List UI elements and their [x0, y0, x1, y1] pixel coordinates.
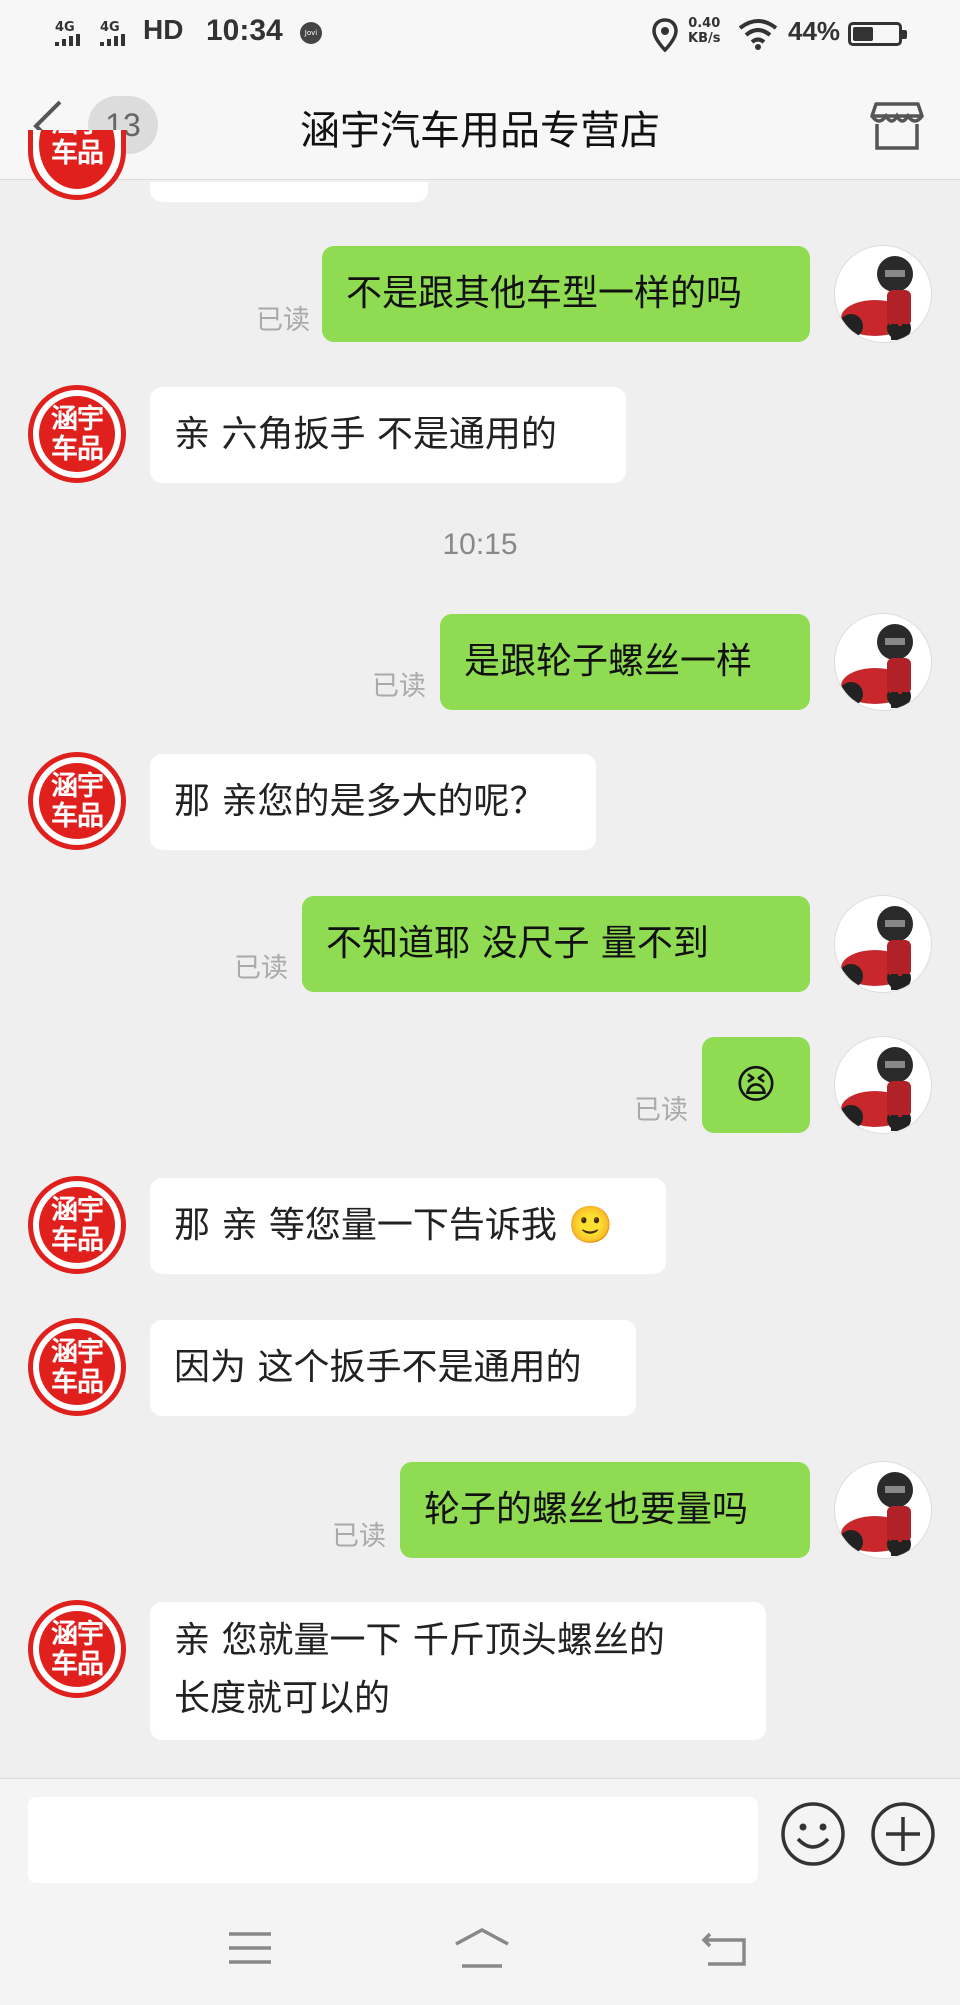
- read-receipt: 已读: [332, 1521, 386, 1552]
- shop-avatar[interactable]: 涵宇车品: [28, 385, 126, 483]
- message-bubble-outgoing: 不知道耶 没尺子 量不到: [302, 896, 810, 992]
- chat-header: 13 涵宇汽车用品专营店: [0, 70, 960, 180]
- shop-avatar-text: 涵宇车品: [39, 1611, 115, 1687]
- storefront-icon[interactable]: [870, 98, 924, 152]
- motorcycle-rider-icon: [839, 1472, 913, 1556]
- wifi-icon: [738, 19, 778, 50]
- motorcycle-rider-icon: [839, 1047, 913, 1131]
- battery-percent: 44%: [788, 16, 841, 46]
- shop-avatar-text: 涵宇车品: [39, 1329, 115, 1405]
- menu-icon[interactable]: [225, 1926, 275, 1970]
- message-bubble-outgoing: 轮子的螺丝也要量吗: [400, 1462, 810, 1558]
- user-avatar[interactable]: [834, 1461, 932, 1559]
- home-icon[interactable]: [452, 1926, 512, 1970]
- shop-avatar[interactable]: 涵宇车品: [28, 130, 126, 200]
- message-bubble-incoming: 因为 这个扳手不是通用的: [150, 1320, 636, 1416]
- location-icon: [652, 18, 678, 52]
- message-input[interactable]: [28, 1797, 758, 1883]
- shop-avatar[interactable]: 涵宇车品: [28, 1600, 126, 1698]
- motorcycle-rider-icon: [839, 256, 913, 340]
- network-speed: 0.40 KB/s: [688, 16, 720, 46]
- signal-label-2: 4G: [100, 20, 120, 35]
- message-bubble-outgoing: 是跟轮子螺丝一样: [440, 614, 810, 710]
- read-receipt: 已读: [234, 953, 288, 984]
- emoji-button-icon[interactable]: [780, 1801, 846, 1867]
- user-avatar[interactable]: [834, 1036, 932, 1134]
- shop-avatar[interactable]: 涵宇车品: [28, 1318, 126, 1416]
- network-speed-value: 0.40: [688, 16, 721, 31]
- message-line: 长度就可以的: [174, 1678, 391, 1719]
- signal-bars-icon: [100, 34, 125, 46]
- message-bubble-incoming: 亲 六角扳手 不是通用的: [150, 387, 626, 483]
- message-bubble-incoming: 亲 您就量一下 千斤顶头螺丝的 长度就可以的: [150, 1602, 766, 1740]
- message-bubble-partial: [150, 182, 428, 202]
- signal-label-1: 4G: [55, 20, 75, 35]
- plus-button-icon[interactable]: [870, 1801, 936, 1867]
- clock: 10:34: [206, 14, 283, 47]
- motorcycle-rider-icon: [839, 624, 913, 708]
- system-navigation-bar: [0, 1888, 960, 2005]
- page-title: 涵宇汽车用品专营店: [300, 108, 660, 154]
- read-receipt: 已读: [256, 305, 310, 336]
- hd-voice-label: HD: [143, 14, 184, 45]
- user-avatar[interactable]: [834, 613, 932, 711]
- message-bubble-incoming: 那 亲您的是多大的呢？: [150, 754, 596, 850]
- message-line: 亲 您就量一下 千斤顶头螺丝的: [174, 1620, 665, 1661]
- shop-avatar-text: 涵宇车品: [39, 1187, 115, 1263]
- shop-avatar-text: 涵宇车品: [39, 763, 115, 839]
- message-bubble-emoji: 😫: [702, 1037, 810, 1133]
- user-avatar[interactable]: [834, 245, 932, 343]
- signal-bars-icon: [55, 34, 80, 46]
- message-bubble-outgoing: 不是跟其他车型一样的吗: [322, 246, 810, 342]
- shop-avatar[interactable]: 涵宇车品: [28, 1176, 126, 1274]
- motorcycle-rider-icon: [839, 906, 913, 990]
- shop-avatar[interactable]: 涵宇车品: [28, 752, 126, 850]
- back-nav-icon[interactable]: [700, 1926, 750, 1970]
- read-receipt: 已读: [372, 671, 426, 702]
- message-input-bar: [0, 1778, 960, 1888]
- network-speed-unit: KB/s: [688, 31, 721, 46]
- user-avatar[interactable]: [834, 895, 932, 993]
- status-bar: 4G 4G HD 10:34 Jovi 0.40 KB/s 44%: [0, 0, 960, 70]
- shop-avatar-text: 涵宇车品: [39, 396, 115, 472]
- read-receipt: 已读: [634, 1095, 688, 1126]
- battery-icon: [848, 22, 907, 46]
- message-timestamp: 10:15: [442, 528, 518, 561]
- jovi-icon: Jovi: [300, 22, 322, 44]
- message-bubble-incoming: 那 亲 等您量一下告诉我 🙂: [150, 1178, 666, 1274]
